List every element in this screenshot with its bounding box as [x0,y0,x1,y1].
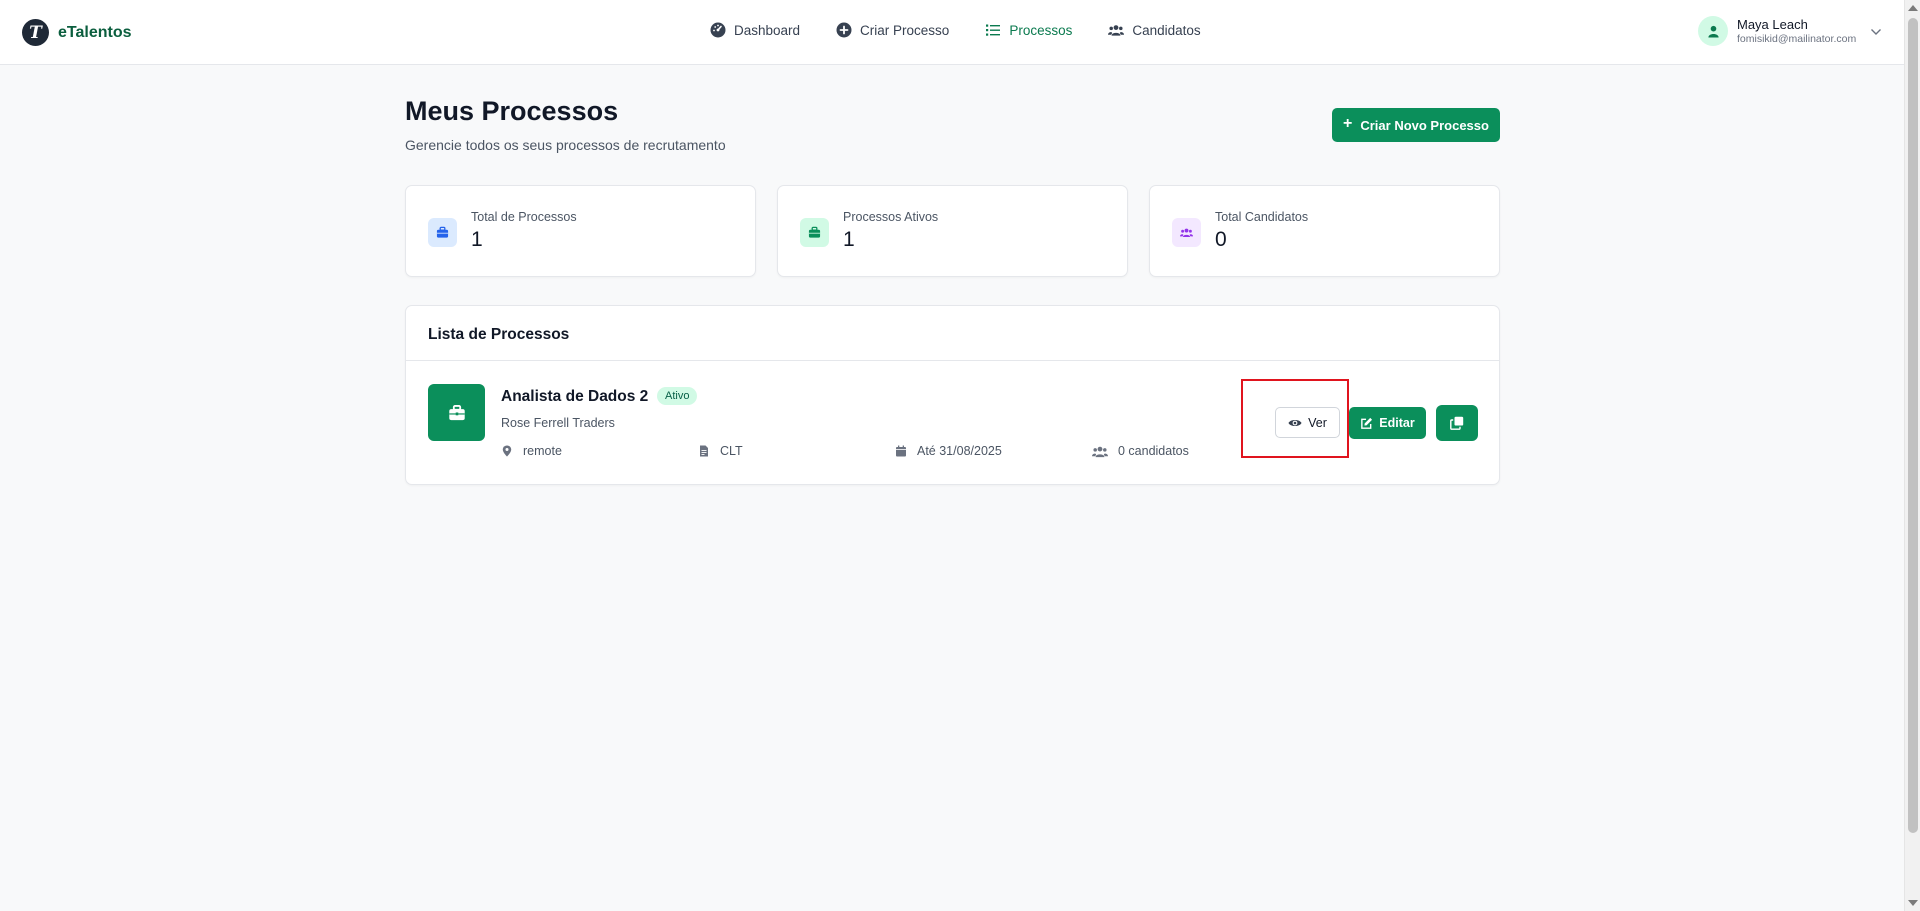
process-deadline: Até 31/08/2025 [895,444,1002,458]
create-new-process-label: Criar Novo Processo [1360,117,1489,133]
duplicate-button[interactable] [1436,405,1478,441]
edit-button-label: Editar [1379,416,1415,430]
nav-item-label: Candidatos [1132,22,1201,38]
edit-button[interactable]: Editar [1349,407,1426,439]
process-list-header: Lista de Processos [406,306,1499,361]
nav-item-candidatos[interactable]: Candidatos [1108,22,1201,38]
stat-icon-box [1172,218,1201,247]
top-navbar: T eTalentos Dashboard Criar Processo Pro… [0,0,1904,65]
nav-item-label: Processos [1009,22,1073,38]
users-icon [1180,228,1193,238]
process-contract-text: CLT [720,444,743,458]
scrollbar-thumb[interactable] [1908,18,1918,833]
briefcase-icon [436,226,449,238]
page-title: Meus Processos [405,96,619,126]
stat-value: 1 [471,228,483,251]
process-location-text: remote [523,444,562,458]
vertical-scrollbar[interactable] [1904,0,1920,911]
process-candidates-text: 0 candidatos [1118,444,1189,458]
create-new-process-button[interactable]: + Criar Novo Processo [1332,108,1500,142]
briefcase-icon [808,226,821,238]
stat-value: 0 [1215,228,1227,251]
stat-label: Total Candidatos [1215,210,1309,224]
nav-item-criar-processo[interactable]: Criar Processo [836,22,949,38]
plus-icon: + [1343,115,1353,132]
list-icon [986,24,1001,36]
briefcase-icon [448,404,465,420]
plus-circle-icon [836,22,852,38]
scroll-down-arrow-icon[interactable] [1908,900,1918,906]
stat-card-total-candidatos: Total Candidatos 0 [1149,185,1500,277]
chevron-down-icon[interactable] [1870,26,1882,38]
scroll-up-arrow-icon[interactable] [1908,5,1918,11]
user-info: Maya Leach fomisikid@mailinator.com [1737,17,1856,46]
stat-icon-box [428,218,457,247]
stat-label: Processos Ativos [843,210,939,224]
brand-name: eTalentos [58,23,132,41]
user-icon [1707,25,1719,38]
nav-item-processos[interactable]: Processos [985,22,1072,38]
users-icon [1092,446,1108,457]
user-name: Maya Leach [1737,16,1808,32]
main-nav: Dashboard Criar Processo Processos Candi… [710,22,1201,38]
calendar-icon [896,445,906,457]
file-contract-icon [700,445,708,457]
edit-icon [1361,417,1373,429]
process-candidates: 0 candidatos [1092,444,1189,458]
brand-logo: T [22,19,49,46]
map-pin-icon [502,445,512,457]
stat-card-processos-ativos: Processos Ativos 1 [777,185,1128,277]
dashboard-gauge-icon [710,22,726,38]
status-badge: Ativo [657,387,698,405]
user-menu[interactable]: Maya Leach fomisikid@mailinator.com [1698,16,1856,46]
process-icon-box [428,384,485,441]
stat-card-total-processos: Total de Processos 1 [405,185,756,277]
process-contract: CLT [698,444,743,458]
user-email: fomisikid@mailinator.com [1737,32,1857,45]
nav-item-dashboard[interactable]: Dashboard [710,22,800,38]
process-title[interactable]: Analista de Dados 2 [501,388,648,406]
page-subtitle: Gerencie todos os seus processos de recr… [405,137,726,153]
highlight-box [1241,379,1349,458]
stat-icon-box [800,218,829,247]
stat-value: 1 [843,228,855,251]
brand[interactable]: T eTalentos [22,19,132,46]
users-icon [1108,25,1125,36]
nav-item-label: Dashboard [734,22,801,38]
avatar [1698,16,1728,46]
nav-item-label: Criar Processo [860,22,950,38]
process-deadline-text: Até 31/08/2025 [917,444,1002,458]
copy-icon [1450,416,1464,430]
process-company: Rose Ferrell Traders [501,416,615,430]
stat-label: Total de Processos [471,210,577,224]
process-location: remote [501,444,562,458]
